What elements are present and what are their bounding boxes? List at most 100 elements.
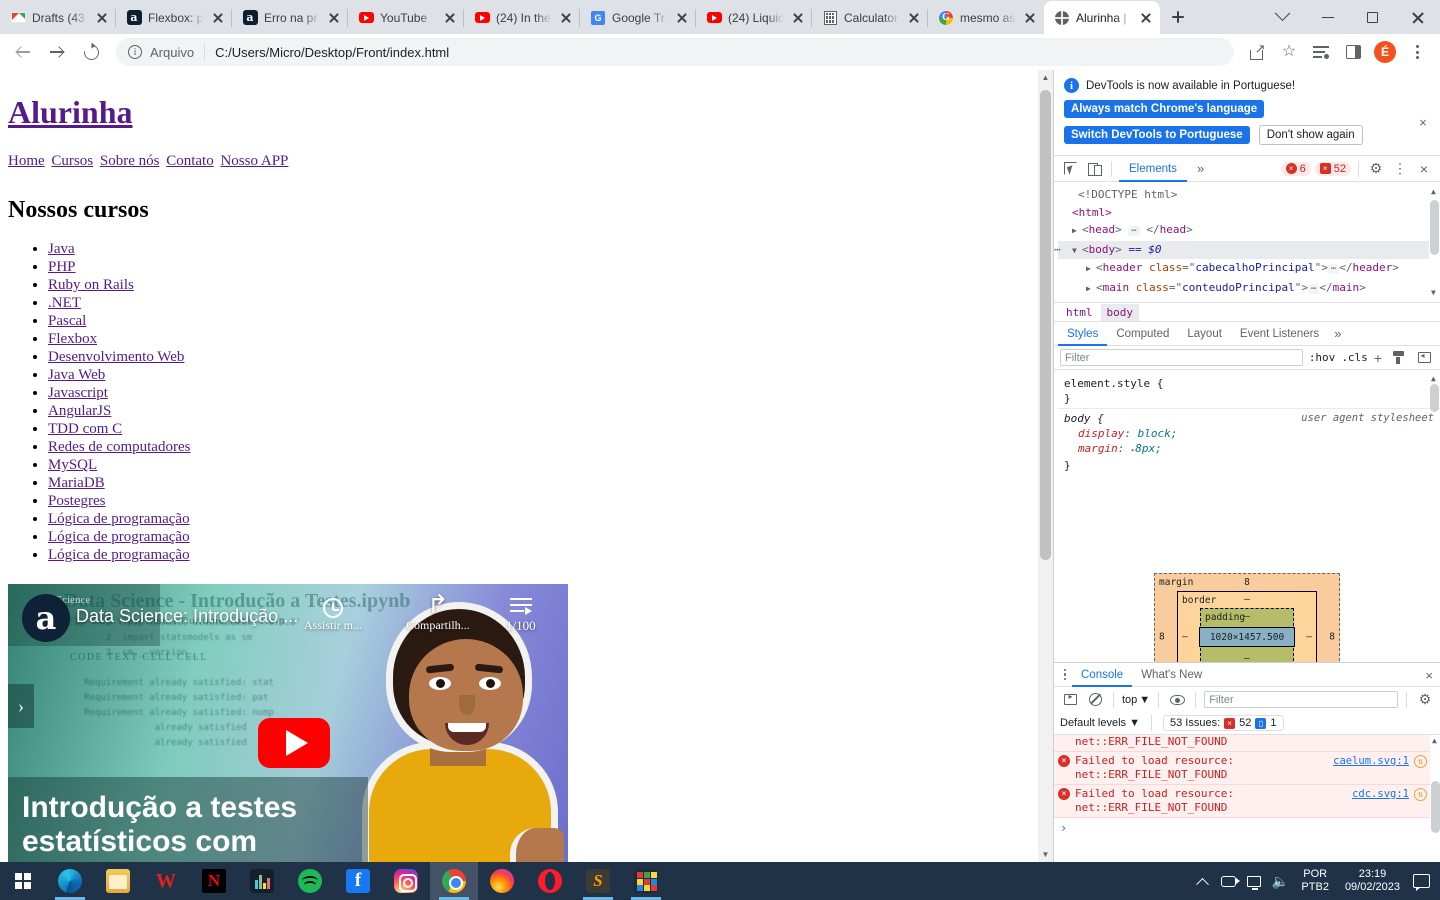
- course-link[interactable]: Desenvolvimento Web: [48, 349, 184, 365]
- browser-tab-8[interactable]: Calculator: [812, 1, 928, 34]
- taskbar-app-facebook[interactable]: f: [334, 862, 382, 900]
- profile-button[interactable]: É: [1370, 37, 1400, 67]
- tab-close-icon[interactable]: [790, 10, 806, 26]
- taskbar-app-equalizer[interactable]: [238, 862, 286, 900]
- twisty-icon[interactable]: ▶: [1086, 299, 1096, 302]
- twisty-icon[interactable]: ▶: [1072, 222, 1082, 240]
- site-title-link[interactable]: Alurinha: [8, 94, 132, 131]
- box-model-padding-area[interactable]: padding – – – – 1020×1457.500: [1199, 608, 1295, 666]
- course-link[interactable]: AngularJS: [48, 403, 111, 419]
- reading-list-button[interactable]: [1306, 37, 1336, 67]
- twisty-icon[interactable]: ▼: [1072, 242, 1082, 260]
- tab-close-icon[interactable]: [326, 10, 342, 26]
- tab-close-icon[interactable]: [210, 10, 226, 26]
- console-message-row[interactable]: × Failed to load resource: net::ERR_FILE…: [1054, 752, 1440, 785]
- dom-node-html[interactable]: <html>: [1058, 204, 1440, 222]
- console-message-source-link[interactable]: caelum.svg:1: [1333, 755, 1409, 767]
- style-rule-element-style[interactable]: element.style { }: [1058, 374, 1440, 408]
- nav-link-home[interactable]: Home: [8, 153, 45, 169]
- collapsed-children-icon[interactable]: ⋯: [1128, 226, 1140, 236]
- alura-channel-avatar[interactable]: a: [22, 594, 70, 642]
- tab-whats-new[interactable]: What's New: [1132, 663, 1211, 687]
- taskbar-app-netflix[interactable]: N: [190, 862, 238, 900]
- twisty-icon[interactable]: ▶: [1086, 260, 1096, 278]
- course-link[interactable]: Flexbox: [48, 331, 97, 347]
- reload-button[interactable]: [76, 37, 106, 67]
- browser-tab-4[interactable]: YouTube: [348, 1, 464, 34]
- close-window-button[interactable]: [1395, 2, 1440, 34]
- border-top-value[interactable]: –: [1244, 594, 1250, 605]
- bookmark-button[interactable]: ☆: [1274, 37, 1304, 67]
- breadcrumb-item-body[interactable]: body: [1100, 303, 1139, 321]
- share-button[interactable]: [1242, 37, 1272, 67]
- course-link[interactable]: PHP: [48, 259, 76, 275]
- nav-link-sobre-nos[interactable]: Sobre nós: [100, 153, 160, 169]
- scroll-up-arrow[interactable]: ▲: [1432, 736, 1437, 745]
- dom-node-main[interactable]: ▶ <main class="conteudoPrincipal"> ⋯ </main…: [1058, 279, 1440, 299]
- maximize-button[interactable]: [1350, 2, 1395, 34]
- dom-node-footer[interactable]: ▶<footer class="rodapePrincipal">⋯</foot…: [1058, 298, 1440, 302]
- error-badge[interactable]: × 6: [1280, 161, 1311, 176]
- drawer-close-icon[interactable]: ×: [1425, 668, 1433, 683]
- new-style-rule-button[interactable]: +: [1374, 350, 1382, 366]
- forward-button[interactable]: [42, 37, 72, 67]
- console-filter-input[interactable]: Filter: [1204, 691, 1398, 708]
- style-rule-body[interactable]: user agent stylesheet body { display: bl…: [1058, 408, 1440, 475]
- minimize-button[interactable]: [1305, 2, 1350, 34]
- console-message-source-link[interactable]: cdc.svg:1: [1352, 788, 1409, 800]
- collapsed-children-icon[interactable]: ⋯: [1327, 264, 1340, 274]
- taskbar-app-edge[interactable]: [46, 862, 94, 900]
- share-video-button[interactable]: Compartilh...: [406, 590, 470, 633]
- always-match-language-button[interactable]: Always match Chrome's language: [1064, 100, 1265, 118]
- taskbar-app-winrar[interactable]: [622, 862, 670, 900]
- chrome-menu-button[interactable]: [1402, 37, 1432, 67]
- course-link[interactable]: MariaDB: [48, 475, 105, 491]
- margin-top-value[interactable]: 8: [1244, 577, 1250, 588]
- video-overlay-title[interactable]: Data Science: Introdução ...: [76, 606, 298, 627]
- browser-tab-6[interactable]: G Google Tr: [580, 1, 696, 34]
- course-link[interactable]: Javascript: [48, 385, 108, 401]
- tab-console[interactable]: Console: [1072, 663, 1133, 687]
- more-panels-icon[interactable]: »: [1191, 161, 1210, 176]
- play-button[interactable]: [258, 718, 330, 768]
- console-messages[interactable]: × net::ERR_FILE_NOT_FOUND × Failed to lo…: [1054, 735, 1440, 853]
- course-link[interactable]: Java: [48, 241, 75, 257]
- device-toolbar-button[interactable]: [1084, 159, 1104, 179]
- console-settings-button[interactable]: ⚙: [1415, 690, 1435, 710]
- box-model-content-size[interactable]: 1020×1457.500: [1199, 627, 1295, 647]
- padding-top-value[interactable]: –: [1244, 611, 1250, 622]
- dom-tree[interactable]: <!DOCTYPE html> <html> ▶ <head> ⋯ </head>…: [1054, 182, 1440, 302]
- declaration-property[interactable]: display: [1064, 427, 1124, 440]
- dom-node-body-selected[interactable]: ⋯ ▼ <body> == $0: [1054, 240, 1440, 260]
- browser-tab-9[interactable]: G mesmo as: [928, 1, 1044, 34]
- start-button[interactable]: [0, 862, 46, 900]
- issues-badge[interactable]: × 52: [1314, 161, 1351, 176]
- address-bar[interactable]: i Arquivo C:/Users/Micro/Desktop/Front/i…: [116, 38, 1234, 66]
- hov-toggle-button[interactable]: :hov: [1309, 351, 1336, 364]
- back-button[interactable]: [8, 37, 38, 67]
- clear-console-button[interactable]: [1085, 690, 1105, 710]
- browser-tab-5[interactable]: (24) In the: [464, 1, 580, 34]
- drawer-menu-icon[interactable]: [1058, 668, 1072, 682]
- taskbar-app-file-explorer[interactable]: [94, 862, 142, 900]
- new-tab-button[interactable]: [1164, 3, 1192, 31]
- switch-devtools-language-button[interactable]: Switch DevTools to Portuguese: [1064, 126, 1250, 144]
- network-request-icon[interactable]: ⇅: [1414, 788, 1427, 801]
- tab-close-icon[interactable]: [906, 10, 922, 26]
- scroll-down-arrow[interactable]: ▼: [1038, 847, 1053, 862]
- browser-tab-3[interactable]: a Erro na pr: [232, 1, 348, 34]
- declaration-value[interactable]: block;: [1138, 427, 1178, 440]
- tab-layout[interactable]: Layout: [1178, 322, 1231, 346]
- browser-tab-7[interactable]: (24) Liquid: [696, 1, 812, 34]
- tab-computed[interactable]: Computed: [1107, 322, 1178, 346]
- course-link[interactable]: MySQL: [48, 457, 97, 473]
- tab-styles[interactable]: Styles: [1058, 322, 1108, 346]
- devtools-menu-button[interactable]: ⋮: [1390, 159, 1410, 179]
- console-levels-selector[interactable]: Default levels ▼: [1060, 717, 1140, 729]
- tab-search-button[interactable]: [1260, 2, 1305, 34]
- course-link[interactable]: Java Web: [48, 367, 105, 383]
- course-link[interactable]: TDD com C: [48, 421, 122, 437]
- show-hidden-icons-button[interactable]: [1189, 862, 1215, 900]
- taskbar-app-sublime-text[interactable]: S: [574, 862, 622, 900]
- taskbar-app-firefox[interactable]: [478, 862, 526, 900]
